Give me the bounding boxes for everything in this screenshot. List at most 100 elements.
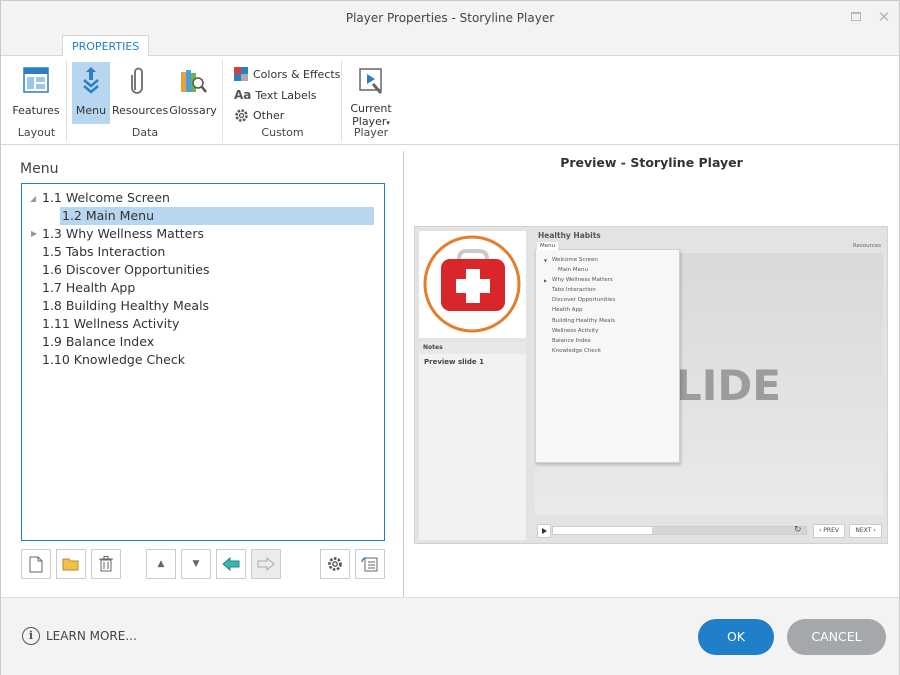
- preview-prev-button: ‹ PREV: [813, 524, 845, 538]
- resources-button[interactable]: Resources: [112, 62, 168, 124]
- arrow-down-icon: ▼: [192, 559, 200, 569]
- layout-group-label: Layout: [17, 126, 56, 139]
- custom-group: Colors & Effects Aa Text Labels Other Cu…: [224, 60, 342, 142]
- glossary-books-icon: [181, 70, 207, 93]
- paperclip-icon: [131, 67, 143, 94]
- tree-item-wellness-activity[interactable]: 1.11 Wellness Activity: [42, 315, 179, 333]
- ribbon-tab-strip: PROPERTIES: [1, 34, 899, 57]
- new-page-icon: [29, 556, 43, 572]
- player-properties-window: Player Properties - Storyline Player ✕ P…: [0, 0, 900, 675]
- current-player-button[interactable]: Current Player▾: [345, 62, 397, 128]
- tree-item-knowledge-check[interactable]: 1.10 Knowledge Check: [42, 351, 185, 369]
- colors-icon: [234, 67, 248, 81]
- preview-menu-dropdown: ▼ Welcome Screen Main Menu ▶ Why Wellnes…: [535, 249, 680, 463]
- panel-divider: [403, 151, 404, 597]
- menu-panel-title: Menu: [20, 161, 59, 177]
- dialog-footer: i LEARN MORE... OK CANCEL: [1, 597, 899, 675]
- reset-from-story-button[interactable]: [355, 549, 385, 579]
- ribbon: Features Layout Menu Resources Glossary …: [1, 56, 899, 145]
- preview-expanded-caret-icon: ▼: [544, 258, 548, 263]
- preview-menu-item: Health App: [552, 307, 583, 313]
- preview-next-button: NEXT ›: [849, 524, 882, 538]
- info-icon: i: [22, 627, 40, 645]
- other-button[interactable]: Other: [234, 106, 284, 124]
- expanded-caret-icon[interactable]: ◢: [30, 194, 36, 203]
- ok-button[interactable]: OK: [698, 619, 774, 655]
- tab-properties[interactable]: PROPERTIES: [62, 35, 150, 57]
- preview-notes: Preview slide 1: [419, 354, 526, 540]
- preview-menu-tab: Menu: [537, 242, 559, 250]
- text-labels-icon: Aa: [234, 88, 252, 102]
- preview-menu-item: Balance Index: [552, 338, 591, 344]
- menu-tree-icon: [83, 67, 99, 94]
- close-icon[interactable]: ✕: [877, 10, 891, 25]
- collapsed-caret-icon[interactable]: ▶: [31, 229, 37, 238]
- title-bar: Player Properties - Storyline Player ✕: [1, 1, 899, 34]
- arrow-up-icon: ▲: [157, 559, 165, 569]
- preview-playbar: ↻ ‹ PREV NEXT ›: [535, 523, 885, 539]
- preview-seekbar: [552, 526, 807, 535]
- glossary-button[interactable]: Glossary: [168, 62, 218, 124]
- preview-seekbar-fill: [553, 527, 652, 534]
- other-label: Other: [253, 108, 285, 122]
- play-icon: [542, 528, 547, 534]
- tree-item-healthy-meals[interactable]: 1.8 Building Healthy Meals: [42, 297, 209, 315]
- learn-more-label: LEARN MORE...: [46, 629, 137, 643]
- layout-group: Features Layout: [7, 60, 67, 142]
- tree-item-main-menu[interactable]: 1.2 Main Menu: [60, 207, 374, 225]
- preview-menu-item: Discover Opportunities: [552, 297, 616, 303]
- window-title: Player Properties - Storyline Player: [345, 11, 555, 25]
- preview-menu-item: Wellness Activity: [552, 328, 599, 334]
- text-labels-label: Text Labels: [255, 88, 317, 102]
- tree-item-welcome-screen[interactable]: 1.1 Welcome Screen: [42, 189, 170, 207]
- open-folder-button[interactable]: [56, 549, 86, 579]
- menu-label: Menu: [75, 104, 107, 117]
- features-button[interactable]: Features: [9, 62, 63, 124]
- features-icon: [23, 67, 49, 93]
- arrow-left-icon: [222, 557, 240, 571]
- delete-button[interactable]: [91, 549, 121, 579]
- player-group-label: Player: [353, 126, 389, 139]
- preview-title: Preview - Storyline Player: [560, 155, 743, 170]
- arrow-right-icon: [257, 557, 275, 571]
- maximize-icon[interactable]: [849, 10, 863, 24]
- preview-menu-item: Why Wellness Matters: [552, 277, 613, 283]
- player-preview: Notes Preview slide 1 Healthy Habits Res…: [414, 226, 888, 544]
- trash-icon: [99, 556, 113, 572]
- colors-effects-button[interactable]: Colors & Effects: [234, 65, 340, 83]
- settings-button[interactable]: [320, 549, 350, 579]
- tree-item-balance-index[interactable]: 1.9 Balance Index: [42, 333, 154, 351]
- move-up-button[interactable]: ▲: [146, 549, 176, 579]
- player-group: Current Player▾ Player: [343, 60, 399, 142]
- course-logo: [419, 231, 526, 338]
- preview-course-title: Healthy Habits: [538, 231, 601, 240]
- menu-button[interactable]: Menu: [72, 62, 110, 124]
- new-item-button[interactable]: [21, 549, 51, 579]
- tree-item-discover[interactable]: 1.6 Discover Opportunities: [42, 261, 209, 279]
- text-labels-button[interactable]: Aa Text Labels: [234, 86, 317, 104]
- cancel-button[interactable]: CANCEL: [787, 619, 886, 655]
- promote-button[interactable]: [216, 549, 246, 579]
- preview-menu-item: Main Menu: [558, 267, 588, 273]
- learn-more-link[interactable]: i LEARN MORE...: [22, 627, 137, 645]
- gear-icon: [235, 108, 248, 122]
- custom-group-label: Custom: [261, 126, 304, 139]
- demote-button[interactable]: [251, 549, 281, 579]
- move-down-button[interactable]: ▼: [181, 549, 211, 579]
- preview-menu-item: Knowledge Check: [552, 348, 601, 354]
- preview-slide-word: LIDE: [675, 361, 781, 410]
- menu-tree[interactable]: ◢ 1.1 Welcome Screen 1.2 Main Menu ▶ 1.3…: [21, 183, 385, 541]
- tree-item-why-wellness[interactable]: 1.3 Why Wellness Matters: [42, 225, 204, 243]
- preview-notes-text: Preview slide 1: [424, 358, 484, 366]
- tree-item-health-app[interactable]: 1.7 Health App: [42, 279, 135, 297]
- replay-icon: ↻: [794, 525, 802, 535]
- preview-resources-tab: Resources: [852, 243, 881, 249]
- colors-effects-label: Colors & Effects: [253, 67, 341, 81]
- preview-play-button: [537, 524, 551, 538]
- preview-menu-item: Tabs Interaction: [552, 287, 596, 293]
- glossary-label: Glossary: [169, 104, 217, 117]
- preview-menu-item: Welcome Screen: [552, 257, 598, 263]
- tree-item-tabs[interactable]: 1.5 Tabs Interaction: [42, 243, 165, 261]
- reset-list-icon: [361, 557, 378, 572]
- first-aid-kit-icon: [423, 235, 521, 333]
